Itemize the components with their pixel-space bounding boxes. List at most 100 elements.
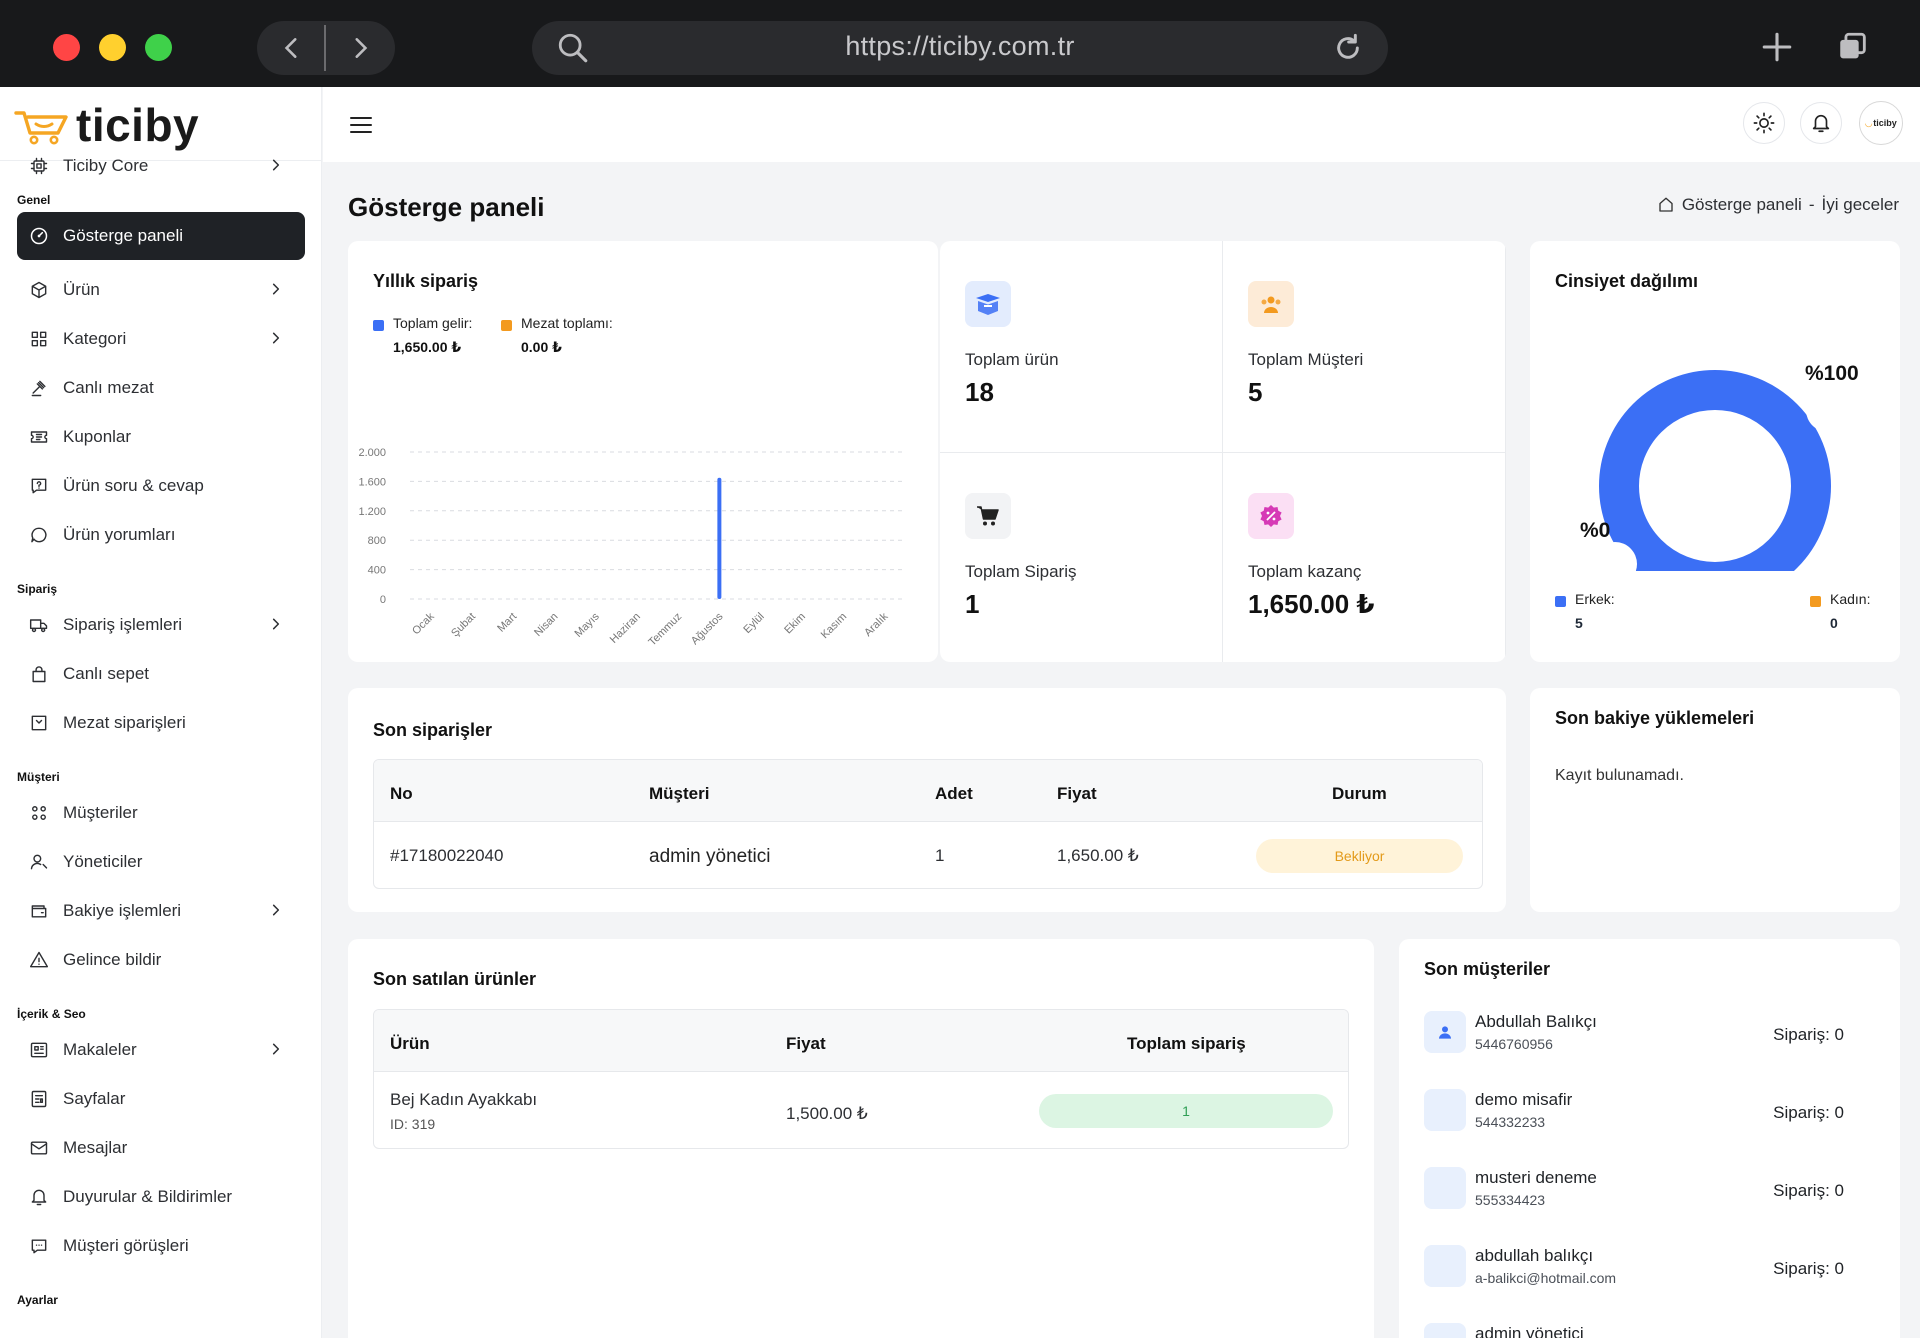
customer-list-item[interactable]: musteri deneme 555334423 Sipariş: 0 (1424, 1167, 1844, 1227)
sidebar-item-label: Ürün yorumları (63, 525, 176, 544)
x-tick-label: Ağustos (689, 610, 726, 647)
customer-list-item[interactable]: Abdullah Balıkçı 5446760956 Sipariş: 0 (1424, 1011, 1844, 1071)
x-tick-label: Ekim (782, 611, 808, 637)
recent-orders-table: No Müşteri Adet Fiyat Durum #17180022040… (373, 759, 1483, 889)
chevron-right-icon[interactable] (269, 158, 283, 172)
legend-value: 0 (1830, 615, 1838, 631)
customer-name: Abdullah Balıkçı (1475, 1012, 1597, 1031)
order-quantity: 1 (935, 846, 945, 865)
column-header[interactable]: Toplam sipariş (1127, 1034, 1246, 1054)
theme-toggle-button[interactable] (1743, 102, 1785, 144)
x-tick-label: Haziran (608, 611, 643, 646)
sidebar-item-user-cog[interactable]: Yöneticiler (17, 839, 305, 885)
gavel-icon (27, 376, 51, 400)
new-tab-icon[interactable] (1760, 30, 1794, 64)
sidebar-item-page[interactable]: Sayfalar (17, 1076, 305, 1122)
address-bar[interactable]: https://ticiby.com.tr (532, 21, 1388, 75)
sidebar-item-article[interactable]: Makaleler (17, 1027, 305, 1073)
hamburger-menu-icon[interactable] (349, 113, 373, 137)
inbox-icon (27, 711, 51, 735)
chevron-right-icon[interactable] (269, 1042, 283, 1056)
sidebar-item-wallet[interactable]: Bakiye işlemleri (17, 888, 305, 934)
sidebar-item-dashboard[interactable]: Gösterge paneli (17, 212, 305, 260)
chevron-right-icon[interactable] (269, 903, 283, 917)
home-icon[interactable] (1657, 196, 1675, 214)
sidebar-item-users[interactable]: Müşteriler (17, 790, 305, 836)
x-tick-label: Aralık (862, 610, 891, 639)
sidebar-item-comment[interactable]: Ürün yorumları (17, 512, 305, 558)
sidebar-item-label: Gösterge paneli (63, 226, 184, 245)
gender-title: Cinsiyet dağılımı (1555, 271, 1699, 291)
sidebar-item-alert[interactable]: Gelince bildir (17, 937, 305, 983)
sidebar-item-bag[interactable]: Canlı sepet (17, 651, 305, 697)
table-row[interactable]: #17180022040 admin yönetici 1 1,650.00 ₺… (374, 822, 1482, 888)
customer-name: abdullah balıkçı (1475, 1246, 1594, 1265)
sidebar-item-label: Bakiye işlemleri (63, 901, 182, 920)
column-header[interactable]: No (390, 784, 413, 804)
legend-value: 5 (1575, 615, 1583, 631)
x-tick-label: Mayıs (573, 610, 603, 640)
reload-icon[interactable] (1332, 32, 1364, 64)
recent-customers-card: Son müşteriler Abdullah Balıkçı 54467609… (1399, 939, 1900, 1338)
notifications-button[interactable] (1800, 102, 1842, 144)
sidebar-section-title: Sipariş (17, 582, 58, 596)
chevron-right-icon[interactable] (269, 331, 283, 345)
bell-icon (27, 1185, 51, 1209)
sidebar-item-label: Ürün (63, 280, 100, 299)
donut-slice-female[interactable] (1599, 370, 1831, 571)
sidebar-item-label: Canlı sepet (63, 664, 149, 683)
column-header[interactable]: Fiyat (786, 1034, 826, 1054)
sidebar-section-title: İçerik & Seo (17, 1007, 86, 1021)
order-count-badge: 1 (1039, 1094, 1333, 1128)
customer-list-item[interactable]: abdullah balıkçı a-balikci@hotmail.com S… (1424, 1245, 1844, 1305)
user-avatar[interactable]: ◡ ticiby (1859, 101, 1903, 145)
sidebar-item-truck[interactable]: Sipariş işlemleri (17, 602, 305, 648)
x-tick-label: Nisan (532, 611, 560, 639)
column-header[interactable]: Ürün (390, 1034, 430, 1054)
column-header[interactable]: Müşteri (649, 784, 709, 804)
product-name[interactable]: Bej Kadın Ayakkabı (390, 1090, 537, 1110)
sidebar-item-label: Makaleler (63, 1040, 137, 1059)
forward-icon[interactable] (347, 35, 373, 61)
x-tick-label: Kasım (819, 611, 850, 642)
order-number[interactable]: #17180022040 (390, 846, 503, 866)
table-row[interactable]: Bej Kadın Ayakkabı ID: 319 1,500.00 ₺ 1 (374, 1072, 1348, 1148)
avatar (1424, 1323, 1466, 1338)
sidebar-item-inbox[interactable]: Mezat siparişleri (17, 700, 305, 746)
sidebar-item-bell[interactable]: Duyurular & Bildirimler (17, 1174, 305, 1220)
customer-name: musteri deneme (1475, 1168, 1597, 1187)
customer-list-item[interactable]: admin yönetici (1424, 1323, 1844, 1338)
back-icon[interactable] (279, 35, 305, 61)
sidebar-item-box[interactable]: Ürün (17, 267, 305, 313)
close-window-button[interactable] (53, 34, 80, 61)
sidebar-item-ticket[interactable]: Kuponlar (17, 414, 305, 460)
tabs-overview-icon[interactable] (1836, 30, 1870, 64)
column-header[interactable]: Adet (935, 784, 973, 804)
y-tick-label: 1.600 (358, 476, 386, 488)
column-header[interactable]: Fiyat (1057, 784, 1097, 804)
chevron-right-icon[interactable] (269, 282, 283, 296)
stat-label: Toplam Sipariş (965, 562, 1077, 581)
sidebar-item-chat[interactable]: Müşteri görüşleri (17, 1223, 305, 1269)
sidebar-item-gavel[interactable]: Canlı mezat (17, 365, 305, 411)
column-header[interactable]: Durum (1332, 784, 1387, 804)
stat-label: Toplam Müşteri (1248, 350, 1364, 369)
avatar (1424, 1167, 1466, 1209)
legend-swatch (373, 320, 384, 331)
breadcrumb-current[interactable]: Gösterge paneli (1682, 195, 1802, 215)
customer-list-item[interactable]: demo misafir 544332233 Sipariş: 0 (1424, 1089, 1844, 1149)
browser-chrome: https://ticiby.com.tr (0, 0, 1920, 87)
minimize-window-button[interactable] (99, 34, 126, 61)
legend-label: Toplam gelir: (393, 315, 473, 331)
breadcrumb: Gösterge paneli - İyi geceler (1657, 195, 1899, 215)
sidebar-item-mail[interactable]: Mesajlar (17, 1125, 305, 1171)
bar[interactable] (717, 477, 722, 599)
sidebar-item-grid[interactable]: Kategori (17, 316, 305, 362)
maximize-window-button[interactable] (145, 34, 172, 61)
chevron-right-icon[interactable] (269, 617, 283, 631)
sidebar-item-question[interactable]: Ürün soru & cevap (17, 463, 305, 509)
recent-orders-card: Son siparişler No Müşteri Adet Fiyat Dur… (348, 688, 1506, 912)
sidebar-item-ticiby-core[interactable]: Ticiby Core (17, 143, 305, 189)
customer-contact: 544332233 (1475, 1114, 1546, 1130)
ticket-icon (27, 425, 51, 449)
